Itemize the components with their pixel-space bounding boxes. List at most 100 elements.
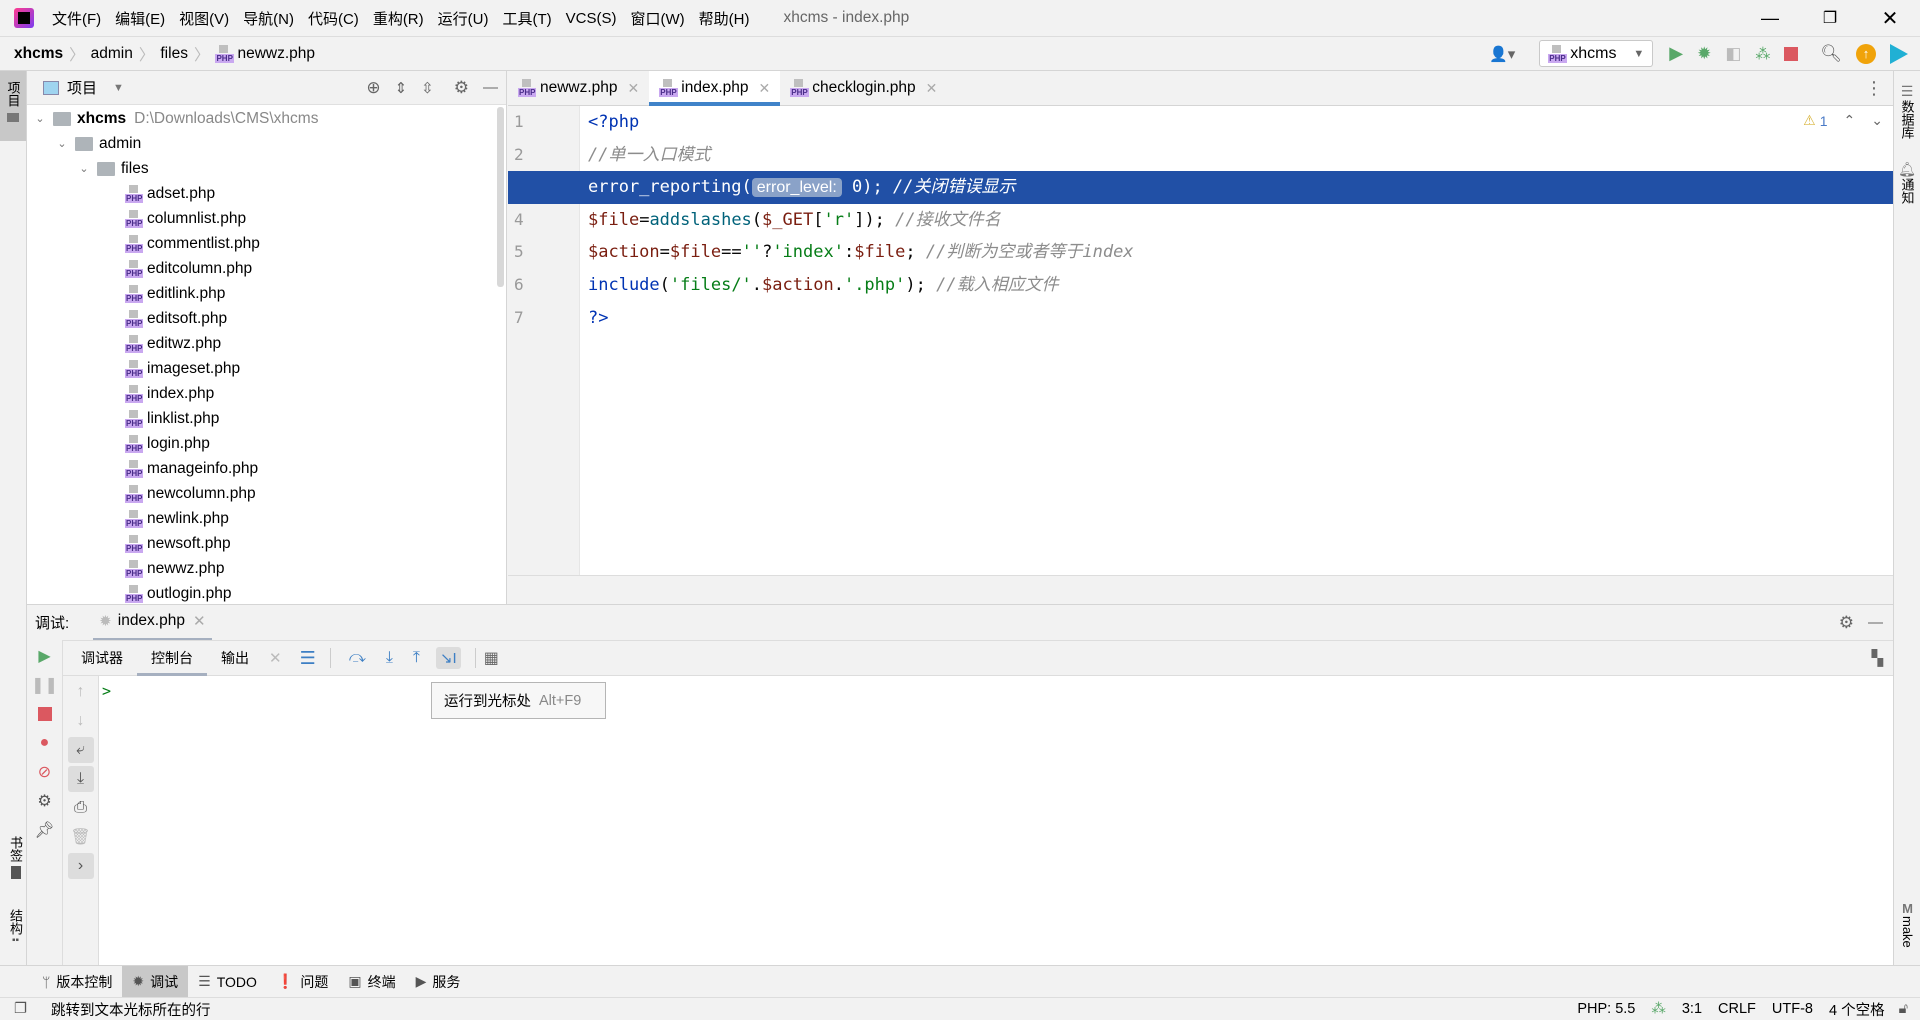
database-tool-button[interactable]: ☰ 数据库	[1894, 71, 1920, 139]
run-config-select[interactable]: xhcms ▼	[1539, 40, 1654, 67]
code-line[interactable]: error_reporting(error_level: 0); //关闭错误显…	[508, 171, 1893, 204]
editor-tab[interactable]: newwz.php ✕	[508, 71, 649, 105]
tree-scrollbar[interactable]	[497, 107, 504, 287]
debug-session-tab[interactable]: ✹ index.php ✕	[93, 605, 212, 641]
pause-icon[interactable]: ❚❚	[31, 672, 58, 698]
code-line[interactable]: <?php	[508, 106, 1893, 139]
tree-folder[interactable]: ⌄ admin	[27, 131, 506, 156]
chevron-down-icon[interactable]: ⌄	[55, 137, 69, 150]
code-line[interactable]: $action=$file==''?'index':$file; //判断为空或…	[508, 236, 1893, 269]
run-to-cursor-icon[interactable]: ↘I	[435, 647, 461, 669]
project-view-select[interactable]: 项目	[67, 77, 97, 98]
tool-window-button[interactable]: ᛘ 版本控制	[32, 966, 122, 997]
resume-icon[interactable]: ▶	[32, 643, 58, 669]
caret-position[interactable]: 3:1	[1682, 1001, 1702, 1017]
search-icon[interactable]: 🔍︎	[1820, 44, 1842, 64]
tool-window-button[interactable]: ✹ 调试	[122, 966, 189, 997]
restore-button[interactable]: ❐	[1800, 8, 1860, 28]
tree-file[interactable]: editlink.php	[27, 281, 506, 306]
tool-window-button[interactable]: ▣ 终端	[338, 966, 405, 997]
evaluate-expression-icon[interactable]: ▦	[484, 648, 499, 668]
gear-icon[interactable]: ⚙	[454, 78, 469, 98]
debug-tab[interactable]: 控制台	[137, 641, 207, 676]
tree-file[interactable]: adset.php	[27, 181, 506, 206]
bookmarks-tool-button[interactable]: 书签	[6, 836, 25, 879]
menu-item[interactable]: 导航(N)	[243, 8, 294, 29]
listen-debug-icon[interactable]: ⁂	[1755, 45, 1770, 63]
debug-console[interactable]: >	[99, 676, 1893, 965]
locate-icon[interactable]: ⊕	[366, 78, 380, 98]
tool-window-button[interactable]: ▶ 服务	[406, 966, 471, 997]
tool-window-button[interactable]: ❗ 问题	[267, 966, 338, 997]
tree-file[interactable]: newlink.php	[27, 506, 506, 531]
hide-icon[interactable]: —	[483, 79, 498, 96]
tree-file[interactable]: editcolumn.php	[27, 256, 506, 281]
tree-file[interactable]: index.php	[27, 381, 506, 406]
php-version[interactable]: PHP: 5.5	[1577, 1001, 1635, 1017]
menu-item[interactable]: 编辑(E)	[115, 8, 165, 29]
layout-settings-icon[interactable]: ▚	[1871, 649, 1883, 667]
menu-item[interactable]: 窗口(W)	[630, 8, 684, 29]
tree-file[interactable]: newwz.php	[27, 556, 506, 581]
code-with-me-icon[interactable]	[1890, 43, 1908, 64]
code-editor[interactable]: 1234567 <?php//单一入口模式error_reporting(err…	[508, 106, 1893, 575]
scroll-to-end-icon[interactable]: ⤓	[67, 766, 94, 792]
minimize-button[interactable]: —	[1740, 8, 1800, 29]
stop-icon[interactable]	[1784, 46, 1799, 61]
breadcrumb-item[interactable]: files	[160, 45, 188, 63]
next-highlight-icon[interactable]: ⌄	[1871, 112, 1883, 129]
debug-tab[interactable]: 输出	[207, 641, 263, 676]
tree-file[interactable]: login.php	[27, 431, 506, 456]
previous-highlight-icon[interactable]: ⌃	[1844, 112, 1856, 129]
menu-item[interactable]: 工具(T)	[502, 8, 551, 29]
menu-item[interactable]: 运行(U)	[438, 8, 489, 29]
code-area[interactable]: <?php //单一入口模式 error_reporting(error_level…	[508, 106, 1893, 334]
coverage-icon[interactable]: ◧	[1725, 44, 1741, 64]
menu-item[interactable]: 帮助(H)	[699, 8, 750, 29]
chevron-down-icon[interactable]: ▼	[113, 82, 124, 94]
tree-file[interactable]: newsoft.php	[27, 531, 506, 556]
user-icon[interactable]: 👤▾	[1489, 45, 1515, 63]
make-tool-button[interactable]: M make	[1900, 901, 1915, 948]
step-over-icon[interactable]: ⤼	[349, 649, 366, 667]
line-ending[interactable]: CRLF	[1718, 1001, 1756, 1017]
tree-file[interactable]: outlogin.php	[27, 581, 506, 606]
more-tabs-icon[interactable]: ⋮	[1865, 78, 1883, 99]
structure-tool-button[interactable]: 结构 ▪▪	[6, 909, 25, 946]
file-encoding[interactable]: UTF-8	[1772, 1001, 1813, 1017]
trash-icon[interactable]: 🗑︎	[68, 824, 94, 850]
tree-file[interactable]: columnlist.php	[27, 206, 506, 231]
hide-icon[interactable]: —	[1868, 614, 1883, 631]
editor-tab[interactable]: checklogin.php ✕	[780, 71, 947, 105]
down-arrow-icon[interactable]: ↓	[68, 708, 94, 734]
tree-file[interactable]: editsoft.php	[27, 306, 506, 331]
menu-item[interactable]: 代码(C)	[308, 8, 359, 29]
gear-icon[interactable]: ⚙	[1839, 613, 1854, 633]
close-tab-icon[interactable]: ✕	[269, 649, 282, 667]
code-line[interactable]: //单一入口模式	[508, 139, 1893, 172]
toggle-tool-windows-icon[interactable]: ❐	[14, 1001, 27, 1017]
tree-file[interactable]: commentlist.php	[27, 231, 506, 256]
view-breakpoints-icon[interactable]: ●	[32, 730, 58, 756]
tree-file[interactable]: manageinfo.php	[27, 456, 506, 481]
breadcrumb-item[interactable]: xhcms	[14, 45, 63, 63]
chevron-down-icon[interactable]: ⌄	[33, 112, 47, 125]
mute-breakpoints-icon[interactable]: ⊘	[32, 759, 58, 785]
breadcrumb-item[interactable]: newwz.php	[237, 45, 315, 63]
tree-file[interactable]: newcolumn.php	[27, 481, 506, 506]
close-button[interactable]: ✕	[1860, 6, 1920, 31]
stop-icon[interactable]	[32, 701, 58, 727]
tree-file[interactable]: linklist.php	[27, 406, 506, 431]
step-out-icon[interactable]: ⤒	[413, 649, 420, 667]
project-tool-button[interactable]: 项目	[0, 71, 26, 141]
close-tab-icon[interactable]: ✕	[926, 80, 938, 97]
indent-setting[interactable]: 4 个空格	[1829, 999, 1885, 1020]
debug-icon[interactable]: ✹	[1697, 44, 1711, 64]
soft-wrap-icon[interactable]: ⤶	[67, 737, 94, 763]
run-icon[interactable]: ▶	[1669, 43, 1683, 64]
update-icon[interactable]: ↑	[1856, 43, 1876, 64]
inspection-widget[interactable]: ⚠ 1 ⌃ ⌄	[1803, 112, 1883, 129]
close-tab-icon[interactable]: ✕	[193, 612, 206, 630]
code-line[interactable]: include('files/'.$action.'.php'); //载入相应…	[508, 269, 1893, 302]
editor-tab[interactable]: index.php ✕	[649, 71, 781, 106]
